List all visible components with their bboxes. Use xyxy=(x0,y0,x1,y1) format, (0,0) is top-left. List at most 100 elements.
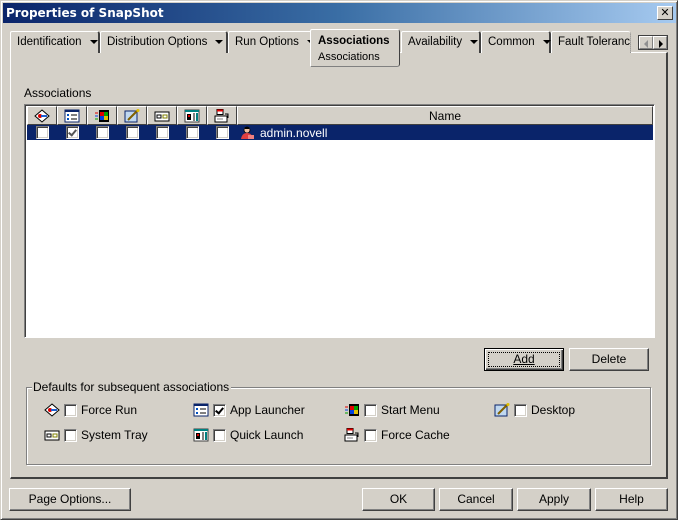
column-header-quick-launch[interactable] xyxy=(177,106,207,125)
tab-run-options[interactable]: Run Options xyxy=(228,31,320,53)
default-force-run[interactable]: Force Run xyxy=(44,402,137,418)
close-button[interactable]: ✕ xyxy=(657,6,673,20)
column-header-desktop[interactable] xyxy=(117,106,147,125)
default-system-tray[interactable]: System Tray xyxy=(44,427,148,443)
default-desktop-checkbox[interactable] xyxy=(514,403,527,417)
default-app-launcher-label: App Launcher xyxy=(230,403,305,417)
app-launcher-checkbox[interactable] xyxy=(65,126,79,139)
system-tray-icon xyxy=(154,111,170,121)
associations-list[interactable]: Name admin.novell xyxy=(24,104,655,338)
system-tray-icon xyxy=(44,430,60,441)
delete-button-label: Delete xyxy=(591,352,627,366)
ok-label: OK xyxy=(389,492,408,506)
force-cache-icon xyxy=(214,108,229,122)
tab-distribution-options[interactable]: Distribution Options xyxy=(100,31,228,53)
app-launcher-icon xyxy=(64,109,80,122)
quick-launch-icon xyxy=(184,109,200,122)
tab-identification[interactable]: Identification xyxy=(10,31,100,53)
column-header-force-cache[interactable] xyxy=(207,106,237,125)
tab-availability[interactable]: Availability xyxy=(401,31,481,53)
app-launcher-icon xyxy=(193,403,209,417)
default-app-launcher-checkbox[interactable] xyxy=(213,403,226,417)
tab-scroll-buttons xyxy=(638,35,668,50)
start-menu-checkbox[interactable] xyxy=(95,126,109,139)
default-start-menu[interactable]: Start Menu xyxy=(344,402,440,418)
chevron-down-icon[interactable] xyxy=(89,39,98,44)
default-system-tray-label: System Tray xyxy=(81,428,148,442)
tab-label: Availability xyxy=(408,36,463,48)
column-header-app-launcher[interactable] xyxy=(57,106,87,125)
associations-label: Associations xyxy=(24,86,92,100)
tab-subpage-associations[interactable]: Associations xyxy=(318,51,391,64)
start-menu-icon xyxy=(95,109,109,122)
quick-launch-checkbox[interactable] xyxy=(185,126,199,139)
cell-system-tray xyxy=(147,125,177,140)
default-start-menu-label: Start Menu xyxy=(381,403,440,417)
user-icon xyxy=(241,126,254,139)
help-label: Help xyxy=(619,492,644,506)
column-header-name[interactable]: Name xyxy=(237,106,653,125)
add-button[interactable]: Add xyxy=(484,348,564,371)
tab-associations[interactable]: Associations Associations xyxy=(310,29,400,67)
default-system-tray-checkbox[interactable] xyxy=(64,428,77,442)
chevron-down-icon[interactable] xyxy=(542,39,551,44)
chevron-down-icon[interactable] xyxy=(215,39,224,44)
tab-common[interactable]: Common xyxy=(481,31,551,53)
association-name: admin.novell xyxy=(260,125,328,140)
desktop-icon xyxy=(494,403,510,417)
quick-launch-icon xyxy=(193,428,209,442)
title-bar: Properties of SnapShot ✕ xyxy=(3,3,676,23)
default-force-cache[interactable]: Force Cache xyxy=(344,427,450,443)
chevron-down-icon[interactable] xyxy=(470,39,479,44)
default-start-menu-checkbox[interactable] xyxy=(364,403,377,417)
default-force-cache-checkbox[interactable] xyxy=(364,428,377,442)
desktop-icon xyxy=(124,108,140,122)
force-cache-checkbox[interactable] xyxy=(215,126,229,139)
apply-button[interactable]: Apply xyxy=(517,488,591,511)
page-options-button[interactable]: Page Options... xyxy=(9,488,131,511)
help-button[interactable]: Help xyxy=(595,488,668,511)
cancel-label: Cancel xyxy=(457,492,495,506)
cell-name: admin.novell xyxy=(237,125,653,140)
tab-fault-tolerance[interactable]: Fault Toleranc xyxy=(551,31,631,53)
desktop-checkbox[interactable] xyxy=(125,126,139,139)
default-force-run-checkbox[interactable] xyxy=(64,403,77,417)
window-title: Properties of SnapShot xyxy=(6,6,164,20)
default-desktop-label: Desktop xyxy=(531,403,576,417)
cell-start-menu xyxy=(87,125,117,140)
system-tray-checkbox[interactable] xyxy=(155,126,169,139)
force-run-icon xyxy=(34,108,50,123)
tab-label: Common xyxy=(488,36,535,48)
column-header-force-run[interactable] xyxy=(27,106,57,125)
default-quick-launch-label: Quick Launch xyxy=(230,428,304,442)
defaults-group-label: Defaults for subsequent associations xyxy=(32,380,232,394)
default-desktop[interactable]: Desktop xyxy=(494,402,575,418)
tab-scroll-left-button[interactable] xyxy=(639,36,653,49)
default-app-launcher[interactable]: App Launcher xyxy=(193,402,305,418)
list-header: Name xyxy=(27,106,653,125)
tab-scroll-right-button[interactable] xyxy=(653,36,667,49)
default-force-cache-label: Force Cache xyxy=(381,428,450,442)
association-row[interactable]: admin.novell xyxy=(27,125,653,140)
tab-label: Associations xyxy=(318,35,390,47)
tab-label: Distribution Options xyxy=(107,36,208,48)
close-icon: ✕ xyxy=(660,6,670,19)
column-header-system-tray[interactable] xyxy=(147,106,177,125)
default-quick-launch-checkbox[interactable] xyxy=(213,428,226,442)
force-run-icon xyxy=(44,403,60,417)
default-quick-launch[interactable]: Quick Launch xyxy=(193,427,303,443)
cancel-button[interactable]: Cancel xyxy=(439,488,513,511)
cell-force-run xyxy=(27,125,57,140)
page-options-label: Page Options... xyxy=(28,492,112,506)
ok-button[interactable]: OK xyxy=(362,488,435,511)
column-header-start-menu[interactable] xyxy=(87,106,117,125)
force-cache-icon xyxy=(344,428,359,442)
cell-app-launcher xyxy=(57,125,87,140)
delete-button[interactable]: Delete xyxy=(569,348,649,371)
cell-quick-launch xyxy=(177,125,207,140)
tab-label: Identification xyxy=(17,36,82,48)
force-run-checkbox[interactable] xyxy=(35,126,49,139)
focus-rect xyxy=(488,352,560,367)
defaults-groupbox xyxy=(26,387,651,465)
default-force-run-label: Force Run xyxy=(81,403,138,417)
